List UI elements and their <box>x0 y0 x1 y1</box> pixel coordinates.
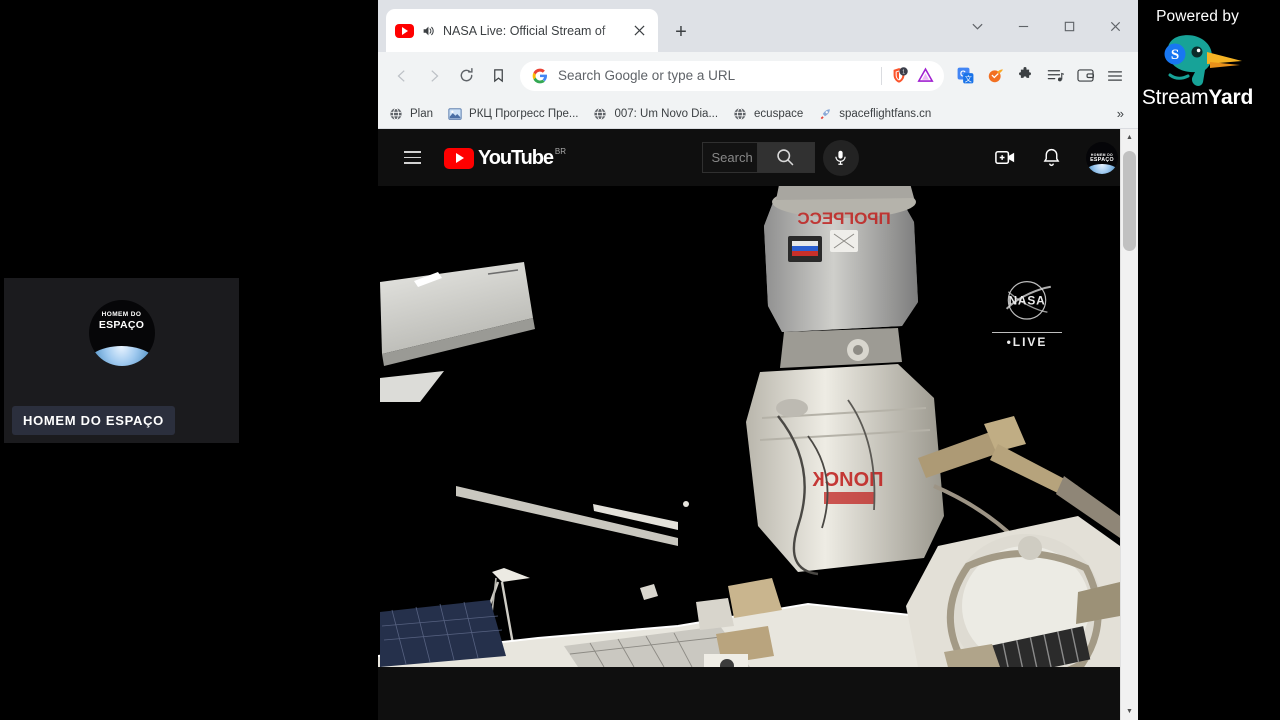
microphone-icon[interactable] <box>822 139 859 176</box>
participant-tile[interactable]: HOMEM DO ESPAÇO HOMEM DO ESPAÇO <box>4 278 239 443</box>
avatar-text: HOMEM DO ESPAÇO <box>1086 153 1118 164</box>
reload-button[interactable] <box>450 60 482 92</box>
bookmark-item[interactable]: РКЦ Прогресс Пре... <box>447 106 578 122</box>
page-scrollbar[interactable]: ▲ ▼ <box>1120 129 1138 720</box>
tab-title: NASA Live: Official Stream of <box>443 23 606 38</box>
youtube-page: YouTube BR Search HOMEM DO ESPAÇO ПРОГРЕ… <box>378 129 1138 720</box>
browser-tab-active[interactable]: NASA Live: Official Stream of <box>386 9 658 52</box>
bookmark-item[interactable]: ecuspace <box>732 106 803 122</box>
bookmark-item[interactable]: spaceflightfans.cn <box>817 106 931 122</box>
nasa-live-overlay: NASA •LIVE <box>992 278 1062 349</box>
participant-avatar: HOMEM DO ESPAÇO <box>88 300 155 366</box>
minimize-button[interactable] <box>1000 0 1046 52</box>
search-icon[interactable] <box>756 142 815 173</box>
bookmarks-bar: Plan РКЦ Прогресс Пре... 007: Um Novo Di… <box>378 99 1138 129</box>
brand-first: Stream <box>1141 86 1209 109</box>
globe-icon <box>732 106 748 122</box>
speaker-playing-icon[interactable] <box>421 24 435 38</box>
image-favicon <box>447 106 463 122</box>
bookmark-label: spaceflightfans.cn <box>839 107 932 120</box>
close-window-button[interactable] <box>1092 0 1138 52</box>
brand-second: Yard <box>1208 86 1254 109</box>
brave-menu-icon[interactable] <box>1100 61 1130 91</box>
youtube-search: Search <box>701 139 859 176</box>
scroll-up-arrow[interactable]: ▲ <box>1121 129 1138 146</box>
svg-text:文: 文 <box>964 74 971 83</box>
window-controls <box>954 0 1138 52</box>
bookmark-item[interactable]: Plan <box>388 106 433 122</box>
bookmark-label: 007: Um Novo Dia... <box>614 107 719 120</box>
playlist-icon[interactable] <box>1040 61 1070 91</box>
brave-rewards-icon[interactable] <box>912 63 938 89</box>
honey-extension-icon[interactable] <box>980 61 1010 91</box>
rocket-favicon <box>817 106 833 122</box>
bookmarks-overflow-button[interactable]: » <box>1113 106 1128 121</box>
tab-strip: NASA Live: Official Stream of + <box>378 0 1138 52</box>
youtube-country-code: BR <box>554 146 567 156</box>
google-g-icon <box>532 68 548 84</box>
youtube-logo-text: YouTube <box>478 146 554 169</box>
nasa-live-label: •LIVE <box>992 332 1062 349</box>
nasa-logo-icon: NASA <box>1005 281 1051 320</box>
globe-icon <box>592 106 608 122</box>
svg-text:S: S <box>1170 47 1178 63</box>
svg-text:ПРОГРЕСС: ПРОГРЕСС <box>797 209 890 228</box>
youtube-logo[interactable]: YouTube BR <box>444 146 566 170</box>
forward-button[interactable] <box>418 60 450 92</box>
scroll-down-arrow[interactable]: ▼ <box>1121 703 1138 720</box>
bookmark-item[interactable]: 007: Um Novo Dia... <box>592 106 718 122</box>
youtube-icon <box>395 23 414 38</box>
brave-shields-icon[interactable]: 1 <box>886 63 912 89</box>
youtube-header-actions: HOMEM DO ESPAÇO <box>994 141 1124 174</box>
tab-search-button[interactable] <box>954 0 1000 52</box>
create-video-icon[interactable] <box>994 146 1018 170</box>
globe-icon <box>388 106 404 122</box>
bookmark-label: ecuspace <box>754 107 804 120</box>
close-icon[interactable] <box>629 21 649 41</box>
svg-text:NASA: NASA <box>1008 294 1045 308</box>
scrollbar-thumb[interactable] <box>1123 151 1136 251</box>
puzzle-extensions-icon[interactable] <box>1010 61 1040 91</box>
browser-toolbar: Search Google or type a URL 1 G文 <box>378 52 1138 99</box>
new-tab-button[interactable]: + <box>668 19 694 45</box>
avatar-line-1: HOMEM DO <box>101 311 142 318</box>
address-bar[interactable]: Search Google or type a URL 1 <box>520 60 944 91</box>
bookmark-label: Plan <box>410 107 434 120</box>
youtube-play-icon <box>444 147 474 169</box>
wallet-icon[interactable] <box>1070 61 1100 91</box>
avatar-line-2: ESPAÇO <box>1090 157 1114 164</box>
bell-icon[interactable] <box>1040 146 1064 170</box>
powered-by-label: Powered by <box>1156 8 1239 25</box>
search-input[interactable]: Search <box>701 142 757 173</box>
back-button[interactable] <box>386 60 418 92</box>
maximize-button[interactable] <box>1046 0 1092 52</box>
avatar[interactable]: HOMEM DO ESPAÇO <box>1085 141 1118 174</box>
youtube-header: YouTube BR Search HOMEM DO ESPAÇO <box>378 129 1138 186</box>
avatar-text: HOMEM DO ESPAÇO <box>89 311 155 331</box>
streamyard-duck-logo: S <box>1125 28 1270 90</box>
omnibox-divider <box>881 66 882 85</box>
address-bar-placeholder: Search Google or type a URL <box>558 68 736 83</box>
bookmark-label: РКЦ Прогресс Пре... <box>469 107 579 120</box>
bookmark-this-page-icon[interactable] <box>482 60 514 92</box>
streamyard-watermark: Powered by S StreamYard <box>1125 8 1270 110</box>
earth-horizon-graphic <box>88 346 155 366</box>
browser-window: NASA Live: Official Stream of + Search G… <box>378 0 1138 720</box>
earth-horizon-graphic <box>1085 163 1118 174</box>
avatar-line-2: ESPAÇO <box>98 318 145 331</box>
video-player[interactable]: ПРОГРЕСС ПОИСК NASA •LIVE <box>378 186 1120 667</box>
streamyard-brand-name: StreamYard <box>1125 86 1270 110</box>
participant-name-label: HOMEM DO ESPAÇO <box>12 406 175 435</box>
hamburger-menu-icon[interactable] <box>392 138 432 178</box>
svg-text:1: 1 <box>902 69 905 75</box>
google-translate-icon[interactable]: G文 <box>950 61 980 91</box>
